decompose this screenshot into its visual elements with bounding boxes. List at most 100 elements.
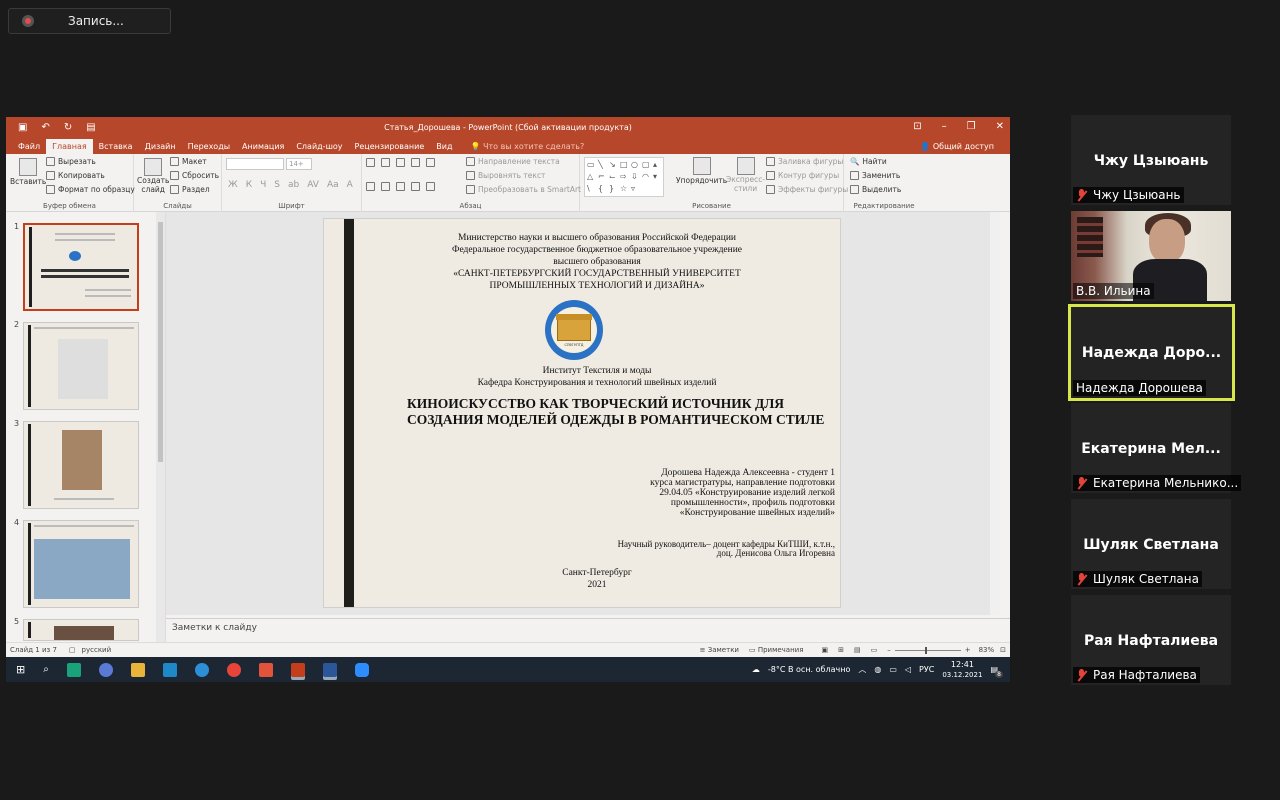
- explorer-icon[interactable]: [130, 662, 145, 677]
- comments-toggle[interactable]: ▭ Примечания: [749, 646, 803, 654]
- bullets-icon[interactable]: [366, 158, 375, 167]
- smartart-button[interactable]: Преобразовать в SmartArt: [466, 185, 581, 194]
- text-direction-button[interactable]: Направление текста: [466, 157, 560, 166]
- expand-gallery-icon[interactable]: ▿: [631, 184, 641, 194]
- textbox-shape-icon[interactable]: ▭: [587, 160, 597, 170]
- present-icon[interactable]: ▤: [86, 122, 95, 133]
- slideshow-view-icon[interactable]: ▭: [871, 646, 878, 654]
- battery-icon[interactable]: ▭: [889, 665, 897, 674]
- undo-icon[interactable]: ↶: [41, 122, 49, 133]
- select-button[interactable]: Выделить: [850, 185, 901, 194]
- format-painter-button[interactable]: Формат по образцу: [46, 185, 135, 194]
- decrease-indent-icon[interactable]: [396, 158, 405, 167]
- zoom-slider[interactable]: [894, 646, 961, 654]
- tab-view[interactable]: Вид: [430, 139, 458, 154]
- recording-indicator[interactable]: Запись...: [8, 8, 171, 34]
- participant-tile[interactable]: Екатерина Мел... Екатерина Мельнико...: [1071, 403, 1242, 493]
- notification-icon[interactable]: ▤ 8: [990, 665, 1003, 678]
- columns-icon[interactable]: [426, 182, 435, 191]
- zoom-in-icon[interactable]: +: [965, 646, 971, 654]
- keyboard-lang[interactable]: РУС: [919, 665, 934, 674]
- ribbon-display-icon[interactable]: ⊡: [913, 117, 921, 137]
- triangle-shape-icon[interactable]: △: [587, 172, 597, 182]
- paste-button[interactable]: Вставить: [10, 158, 46, 186]
- new-slide-button[interactable]: Создать слайд: [137, 158, 169, 194]
- oval-shape-icon[interactable]: ○: [631, 160, 641, 170]
- brace-right-icon[interactable]: }: [609, 184, 619, 194]
- help-search[interactable]: 💡 Что вы хотите сделать?: [464, 139, 590, 154]
- tray-chevron-icon[interactable]: ︿: [858, 664, 866, 675]
- star-shape-icon[interactable]: ☆: [620, 184, 630, 194]
- clock[interactable]: 12:41 03.12.2021: [942, 660, 982, 680]
- align-left-icon[interactable]: [366, 182, 375, 191]
- fit-slide-icon[interactable]: ⊡: [1000, 646, 1006, 654]
- participant-video-tile[interactable]: В.В. Ильина: [1071, 211, 1231, 301]
- scroll-thumb[interactable]: [158, 222, 163, 462]
- app-icon[interactable]: [98, 662, 113, 677]
- tab-home[interactable]: Главная: [46, 139, 93, 154]
- app-icon[interactable]: [66, 662, 81, 677]
- zoom-out-icon[interactable]: –: [887, 646, 891, 654]
- tab-file[interactable]: Файл: [12, 139, 46, 154]
- maximize-icon[interactable]: ❐: [967, 117, 976, 137]
- language-indicator[interactable]: русский: [82, 646, 112, 654]
- weather-text[interactable]: -8°C В осн. облачно: [768, 665, 850, 674]
- normal-view-icon[interactable]: ▣: [821, 646, 828, 654]
- participant-tile-active-speaker[interactable]: Надежда Доро... Надежда Дорошева: [1068, 304, 1235, 401]
- elbow-shape-icon[interactable]: ⌐: [598, 172, 608, 182]
- brace-shape-icon[interactable]: {: [598, 184, 608, 194]
- zoom-level[interactable]: 83%: [979, 646, 995, 654]
- curve-shape-icon[interactable]: ◠: [642, 172, 652, 182]
- app-icon[interactable]: [258, 662, 273, 677]
- rect-shape-icon[interactable]: □: [620, 160, 630, 170]
- bold-icon[interactable]: Ж: [228, 180, 238, 190]
- down-arrow-icon[interactable]: ⇩: [631, 172, 641, 182]
- arrange-button[interactable]: Упорядочить: [676, 157, 727, 185]
- zoom-slider-thumb[interactable]: [924, 646, 927, 654]
- increase-indent-icon[interactable]: [411, 158, 420, 167]
- font-color-icon[interactable]: A: [347, 180, 353, 190]
- start-icon[interactable]: ⊞: [16, 663, 25, 676]
- slide-scrollbar[interactable]: [990, 212, 1000, 615]
- sorter-view-icon[interactable]: ⊞: [838, 646, 844, 654]
- tab-design[interactable]: Дизайн: [139, 139, 182, 154]
- edge-icon[interactable]: [194, 662, 209, 677]
- tab-slideshow[interactable]: Слайд-шоу: [290, 139, 348, 154]
- shape-effects-button[interactable]: Эффекты фигуры: [766, 185, 848, 194]
- spellcheck-icon[interactable]: ▢: [69, 646, 76, 654]
- tab-transitions[interactable]: Переходы: [182, 139, 236, 154]
- participant-tile[interactable]: Рая Нафталиева Рая Нафталиева: [1071, 595, 1231, 685]
- slide-thumbnail[interactable]: [23, 223, 139, 311]
- word-icon[interactable]: [322, 662, 337, 677]
- slide-thumbnail[interactable]: [23, 619, 139, 641]
- notes-toggle[interactable]: ≡ Заметки: [700, 646, 739, 654]
- quick-styles-button[interactable]: Экспресс- стили: [726, 157, 765, 193]
- reset-button[interactable]: Сбросить: [170, 171, 219, 180]
- tab-insert[interactable]: Вставка: [93, 139, 139, 154]
- right-arrow-icon[interactable]: ⇨: [620, 172, 630, 182]
- shapes-gallery[interactable]: ▭ ╲ ↘ □ ○ ▢ ▴ △ ⌐ ⌙ ⇨ ⇩ ◠ ▾ \{} ☆ ▿: [584, 157, 664, 197]
- shape-outline-button[interactable]: Контур фигуры: [766, 171, 839, 180]
- arrow-line-icon[interactable]: ↘: [609, 160, 619, 170]
- redo-icon[interactable]: ↻: [64, 122, 72, 133]
- participant-tile[interactable]: Шуляк Светлана Шуляк Светлана: [1071, 499, 1231, 589]
- shape-fill-button[interactable]: Заливка фигуры: [766, 157, 843, 166]
- more-shapes-icon[interactable]: ▴: [653, 160, 663, 170]
- network-icon[interactable]: ◍: [874, 665, 881, 674]
- roundrect-shape-icon[interactable]: ▢: [642, 160, 652, 170]
- align-text-button[interactable]: Выровнять текст: [466, 171, 545, 180]
- reading-view-icon[interactable]: ▤: [854, 646, 861, 654]
- close-icon[interactable]: ✕: [996, 117, 1004, 137]
- font-size-combo[interactable]: 14+: [286, 158, 312, 170]
- copy-button[interactable]: Копировать: [46, 171, 105, 180]
- numbering-icon[interactable]: [381, 158, 390, 167]
- powerpoint-icon[interactable]: [290, 662, 305, 677]
- find-button[interactable]: 🔍 Найти: [850, 157, 887, 166]
- tab-review[interactable]: Рецензирование: [349, 139, 431, 154]
- font-size-field[interactable]: 14+: [286, 158, 312, 170]
- volume-icon[interactable]: ◁: [905, 665, 911, 674]
- font-name-combo[interactable]: [226, 158, 284, 170]
- notes-pane[interactable]: Заметки к слайду: [166, 618, 1010, 642]
- slide-thumbnail[interactable]: [23, 520, 139, 608]
- store-icon[interactable]: [162, 662, 177, 677]
